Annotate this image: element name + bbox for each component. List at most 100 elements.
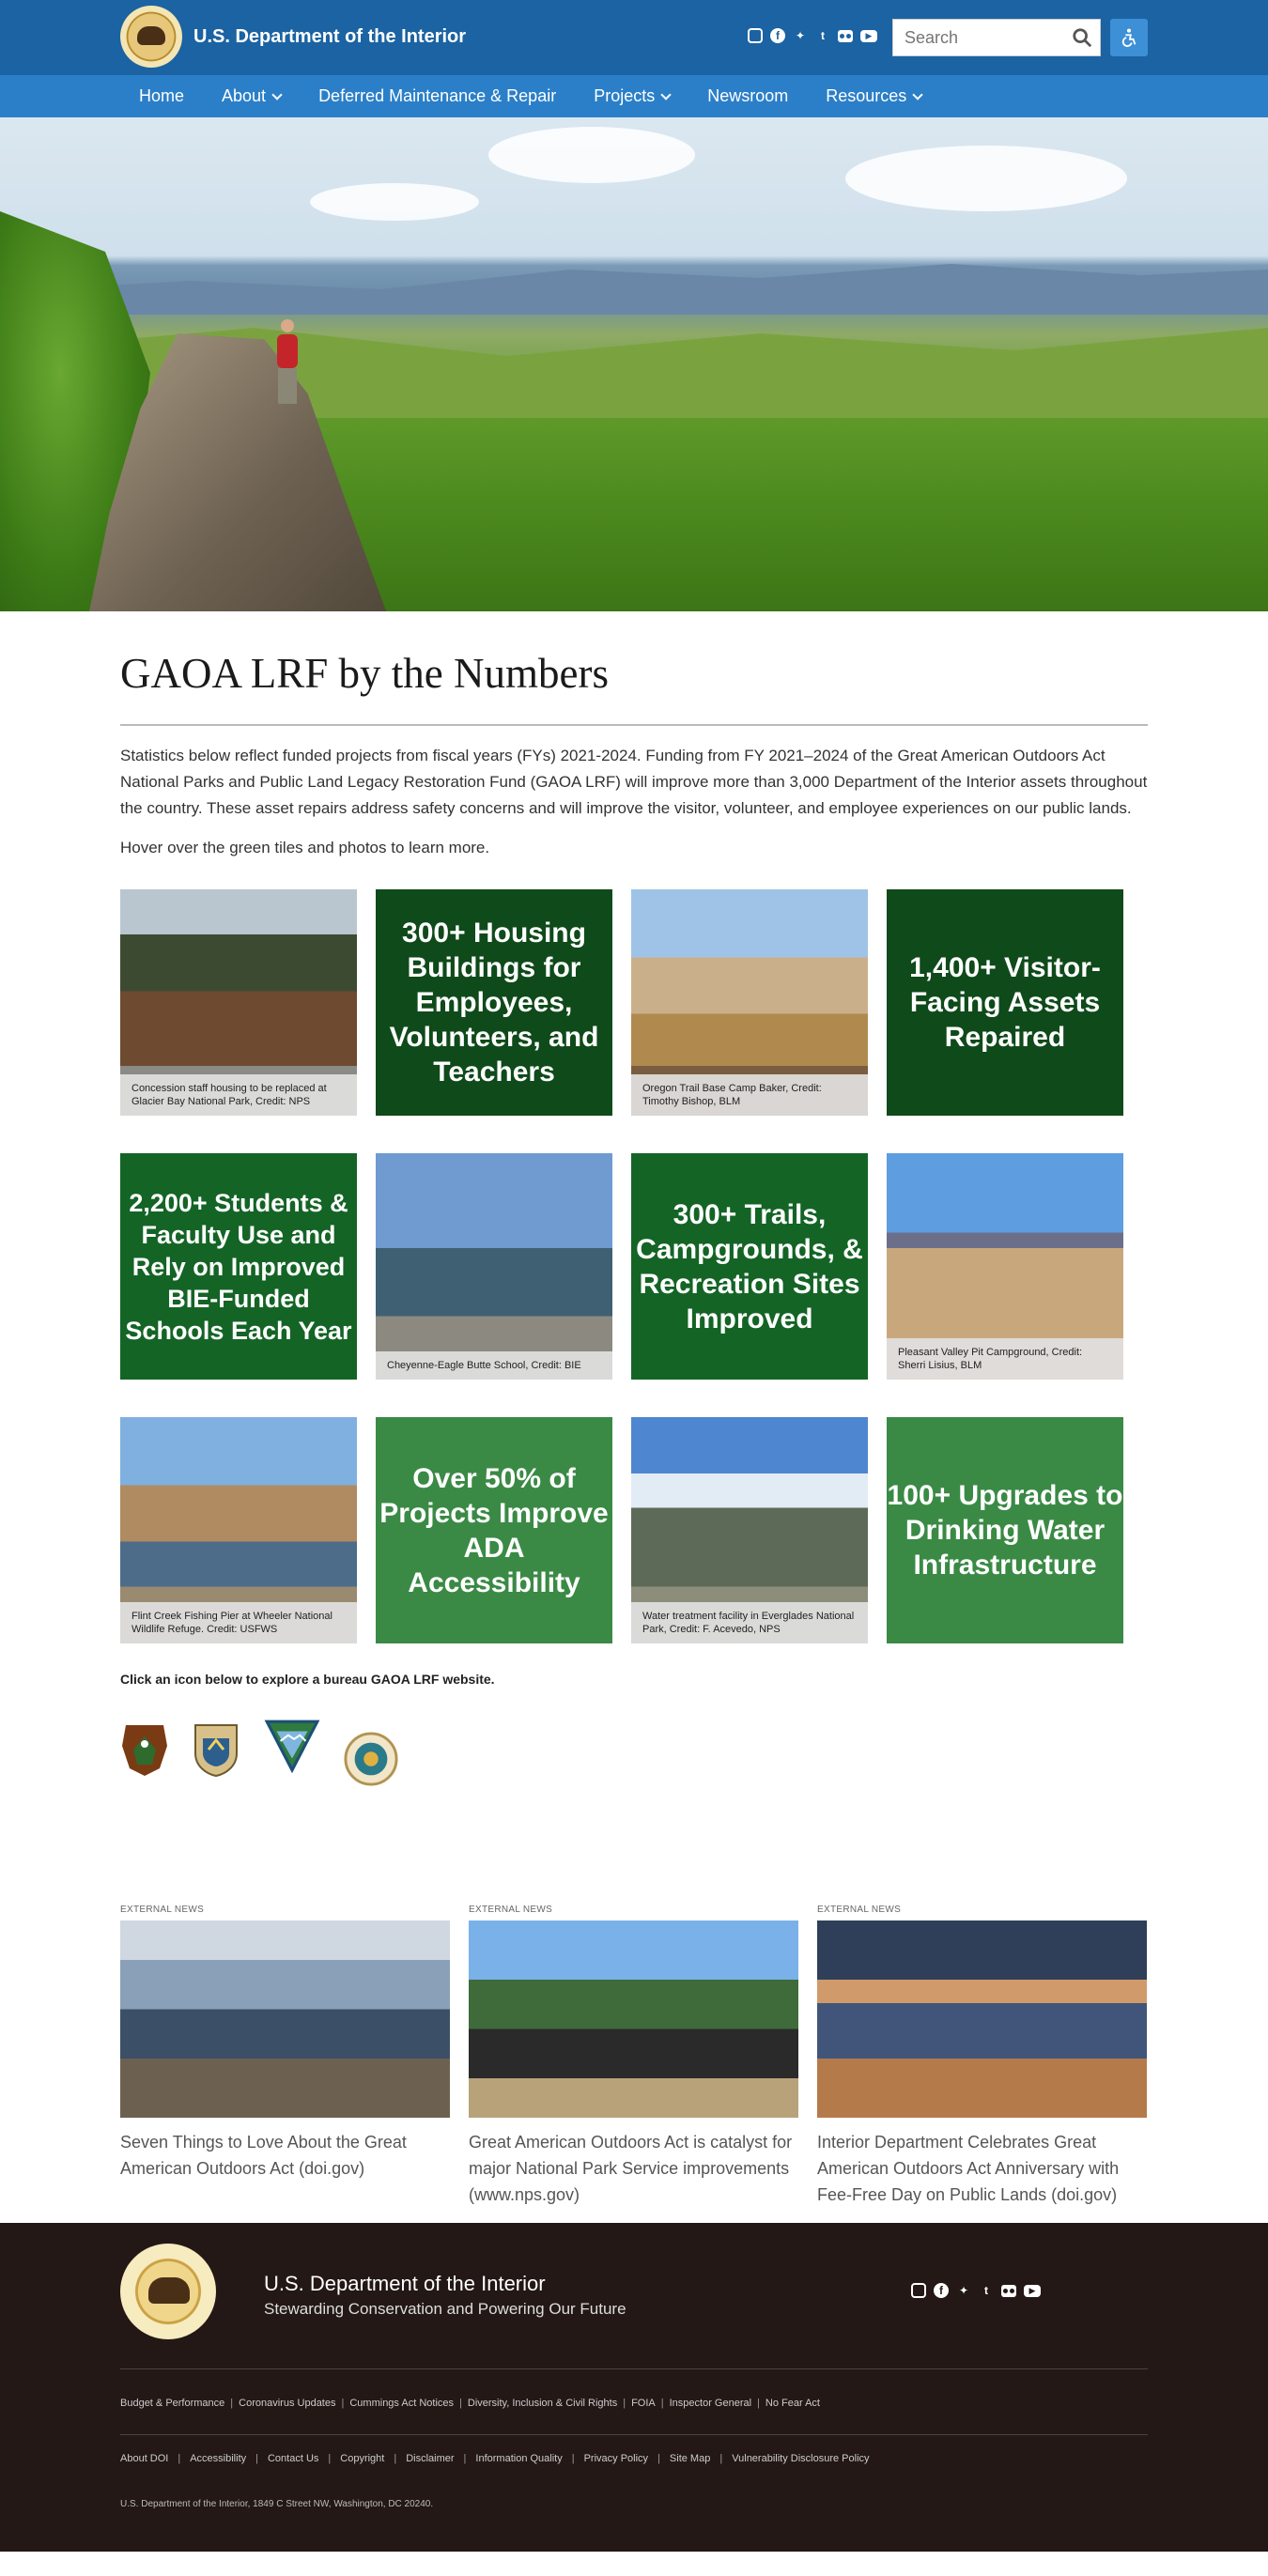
- footer-link[interactable]: Inspector General: [670, 2398, 751, 2409]
- accessibility-button[interactable]: [1110, 19, 1148, 56]
- nav-item-projects[interactable]: Projects: [575, 75, 688, 117]
- doi-seal-icon: [120, 2244, 216, 2339]
- footer-link[interactable]: Vulnerability Disclosure Policy: [732, 2453, 869, 2464]
- news-card[interactable]: EXTERNAL NEWS Seven Things to Love About…: [120, 1905, 450, 2208]
- cloud: [845, 146, 1127, 211]
- nav-item-resources[interactable]: Resources: [807, 75, 940, 117]
- news-title-link[interactable]: Great American Outdoors Act is catalyst …: [469, 2129, 798, 2208]
- footer-social-links: f ✦ t ▶: [911, 2283, 1041, 2298]
- usfws-shield-icon[interactable]: [192, 1721, 240, 1778]
- stat-text: 300+ Housing Buildings for Employees, Vo…: [389, 918, 599, 1087]
- instagram-icon[interactable]: [911, 2283, 926, 2298]
- news-card[interactable]: EXTERNAL NEWS Interior Department Celebr…: [817, 1905, 1147, 2208]
- nav-item-deferred-maintenance[interactable]: Deferred Maintenance & Repair: [300, 75, 575, 117]
- nav-item-home[interactable]: Home: [120, 75, 203, 117]
- youtube-icon[interactable]: ▶: [860, 30, 877, 42]
- twitter-icon[interactable]: ✦: [956, 2283, 971, 2298]
- nav-item-about[interactable]: About: [203, 75, 300, 117]
- footer-divider: [120, 2368, 1148, 2369]
- nav-item-label: Deferred Maintenance & Repair: [318, 86, 557, 105]
- footer-link[interactable]: Contact Us: [268, 2453, 318, 2464]
- footer-link[interactable]: Information Quality: [475, 2453, 562, 2464]
- footer-link[interactable]: Accessibility: [190, 2453, 246, 2464]
- twitter-icon[interactable]: ✦: [793, 28, 808, 43]
- photo-tile-school[interactable]: Cheyenne-Eagle Butte School, Credit: BIE: [376, 1153, 612, 1380]
- home-logo-link[interactable]: U.S. Department of the Interior: [120, 6, 466, 68]
- footer-address: U.S. Department of the Interior, 1849 C …: [120, 2499, 434, 2509]
- photo-tile-fishing-pier[interactable]: Flint Creek Fishing Pier at Wheeler Nati…: [120, 1417, 357, 1643]
- footer-tagline: Stewarding Conservation and Powering Our…: [264, 2300, 626, 2318]
- news-title-link[interactable]: Seven Things to Love About the Great Ame…: [120, 2129, 450, 2182]
- hiker-figure: [277, 319, 298, 404]
- tumblr-icon[interactable]: t: [815, 28, 830, 43]
- news-title-link[interactable]: Interior Department Celebrates Great Ame…: [817, 2129, 1147, 2208]
- news-section: EXTERNAL NEWS Seven Things to Love About…: [120, 1905, 1148, 2208]
- news-tag: EXTERNAL NEWS: [120, 1905, 205, 1915]
- news-tag: EXTERNAL NEWS: [817, 1905, 902, 1915]
- tumblr-icon[interactable]: t: [979, 2283, 994, 2298]
- stat-tile-visitor-assets[interactable]: 1,400+ Visitor-Facing Assets Repaired: [887, 889, 1123, 1116]
- photo-tile-campground[interactable]: Pleasant Valley Pit Campground, Credit: …: [887, 1153, 1123, 1380]
- facebook-icon[interactable]: f: [934, 2283, 949, 2298]
- footer-link[interactable]: Diversity, Inclusion & Civil Rights: [468, 2398, 617, 2409]
- footer-link[interactable]: Disclaimer: [406, 2453, 454, 2464]
- flickr-icon[interactable]: [838, 30, 853, 42]
- footer-link[interactable]: No Fear Act: [765, 2398, 820, 2409]
- title-divider: [120, 724, 1148, 726]
- photo-caption: Water treatment facility in Everglades N…: [631, 1602, 868, 1643]
- youtube-icon[interactable]: ▶: [1024, 2285, 1041, 2297]
- footer-link[interactable]: Cummings Act Notices: [349, 2398, 454, 2409]
- photo-tile-housing[interactable]: Concession staff housing to be replaced …: [120, 889, 357, 1116]
- mountain-ridge: [0, 264, 1268, 315]
- footer-link[interactable]: Coronavirus Updates: [239, 2398, 335, 2409]
- news-image: [817, 1920, 1147, 2118]
- main-nav: Home About Deferred Maintenance & Repair…: [0, 75, 1268, 117]
- photo-tile-oregon-trail[interactable]: Oregon Trail Base Camp Baker, Credit: Ti…: [631, 889, 868, 1116]
- footer-link[interactable]: Privacy Policy: [584, 2453, 648, 2464]
- stat-text: 2,200+ Students & Faculty Use and Rely o…: [125, 1188, 352, 1345]
- accessibility-icon: [1121, 28, 1137, 47]
- stat-text: 300+ Trails, Campgrounds, & Recreation S…: [636, 1198, 863, 1334]
- footer-link[interactable]: About DOI: [120, 2453, 168, 2464]
- nav-item-label: About: [222, 86, 267, 105]
- photo-tile-water-treatment[interactable]: Water treatment facility in Everglades N…: [631, 1417, 868, 1643]
- facebook-icon[interactable]: f: [770, 28, 785, 43]
- stats-grid: Concession staff housing to be replaced …: [120, 889, 1148, 1643]
- cloud: [488, 127, 695, 183]
- stat-text: Over 50% of Projects Improve ADA Accessi…: [379, 1462, 609, 1598]
- stat-tile-ada[interactable]: Over 50% of Projects Improve ADA Accessi…: [376, 1417, 612, 1643]
- hover-instructions: Hover over the green tiles and photos to…: [120, 839, 490, 856]
- nav-item-label: Newsroom: [707, 86, 789, 105]
- news-card[interactable]: EXTERNAL NEWS Great American Outdoors Ac…: [469, 1905, 798, 2208]
- footer-link[interactable]: Budget & Performance: [120, 2398, 224, 2409]
- footer-site-name: U.S. Department of the Interior: [264, 2272, 546, 2295]
- site-header: U.S. Department of the Interior f ✦ t ▶ …: [0, 0, 1268, 117]
- nps-arrowhead-icon[interactable]: [120, 1721, 169, 1778]
- hero-image: [0, 117, 1268, 611]
- search-icon[interactable]: [1072, 27, 1092, 48]
- nav-item-label: Home: [139, 86, 185, 105]
- nav-item-newsroom[interactable]: Newsroom: [688, 75, 807, 117]
- photo-caption: Flint Creek Fishing Pier at Wheeler Nati…: [120, 1602, 357, 1643]
- stat-tile-students[interactable]: 2,200+ Students & Faculty Use and Rely o…: [120, 1153, 357, 1380]
- main-content: GAOA LRF by the Numbers Statistics below…: [120, 649, 1148, 2208]
- footer-links-primary: Budget & Performance | Coronavirus Update…: [120, 2398, 820, 2409]
- footer-links-secondary: About DOI | Accessibility | Contact Us | Co…: [120, 2453, 870, 2464]
- chevron-down-icon: [271, 88, 283, 100]
- news-image: [120, 1920, 450, 2118]
- footer-link[interactable]: FOIA: [631, 2398, 656, 2409]
- footer-link[interactable]: Site Map: [670, 2453, 710, 2464]
- nav-item-label: Resources: [826, 86, 907, 105]
- footer-link[interactable]: Copyright: [340, 2453, 384, 2464]
- stat-tile-trails[interactable]: 300+ Trails, Campgrounds, & Recreation S…: [631, 1153, 868, 1380]
- photo-caption: Pleasant Valley Pit Campground, Credit: …: [887, 1338, 1123, 1380]
- instagram-icon[interactable]: [748, 28, 763, 43]
- stat-tile-housing[interactable]: 300+ Housing Buildings for Employees, Vo…: [376, 889, 612, 1116]
- stat-tile-drinking-water[interactable]: 100+ Upgrades to Drinking Water Infrastr…: [887, 1417, 1123, 1643]
- search-input[interactable]: [893, 20, 1062, 55]
- intro-paragraph: Statistics below reflect funded projects…: [120, 747, 1148, 817]
- flickr-icon[interactable]: [1001, 2285, 1016, 2297]
- bie-seal-icon[interactable]: [344, 1732, 398, 1786]
- doi-seal-icon: [120, 6, 182, 68]
- blm-triangle-icon[interactable]: [263, 1716, 321, 1774]
